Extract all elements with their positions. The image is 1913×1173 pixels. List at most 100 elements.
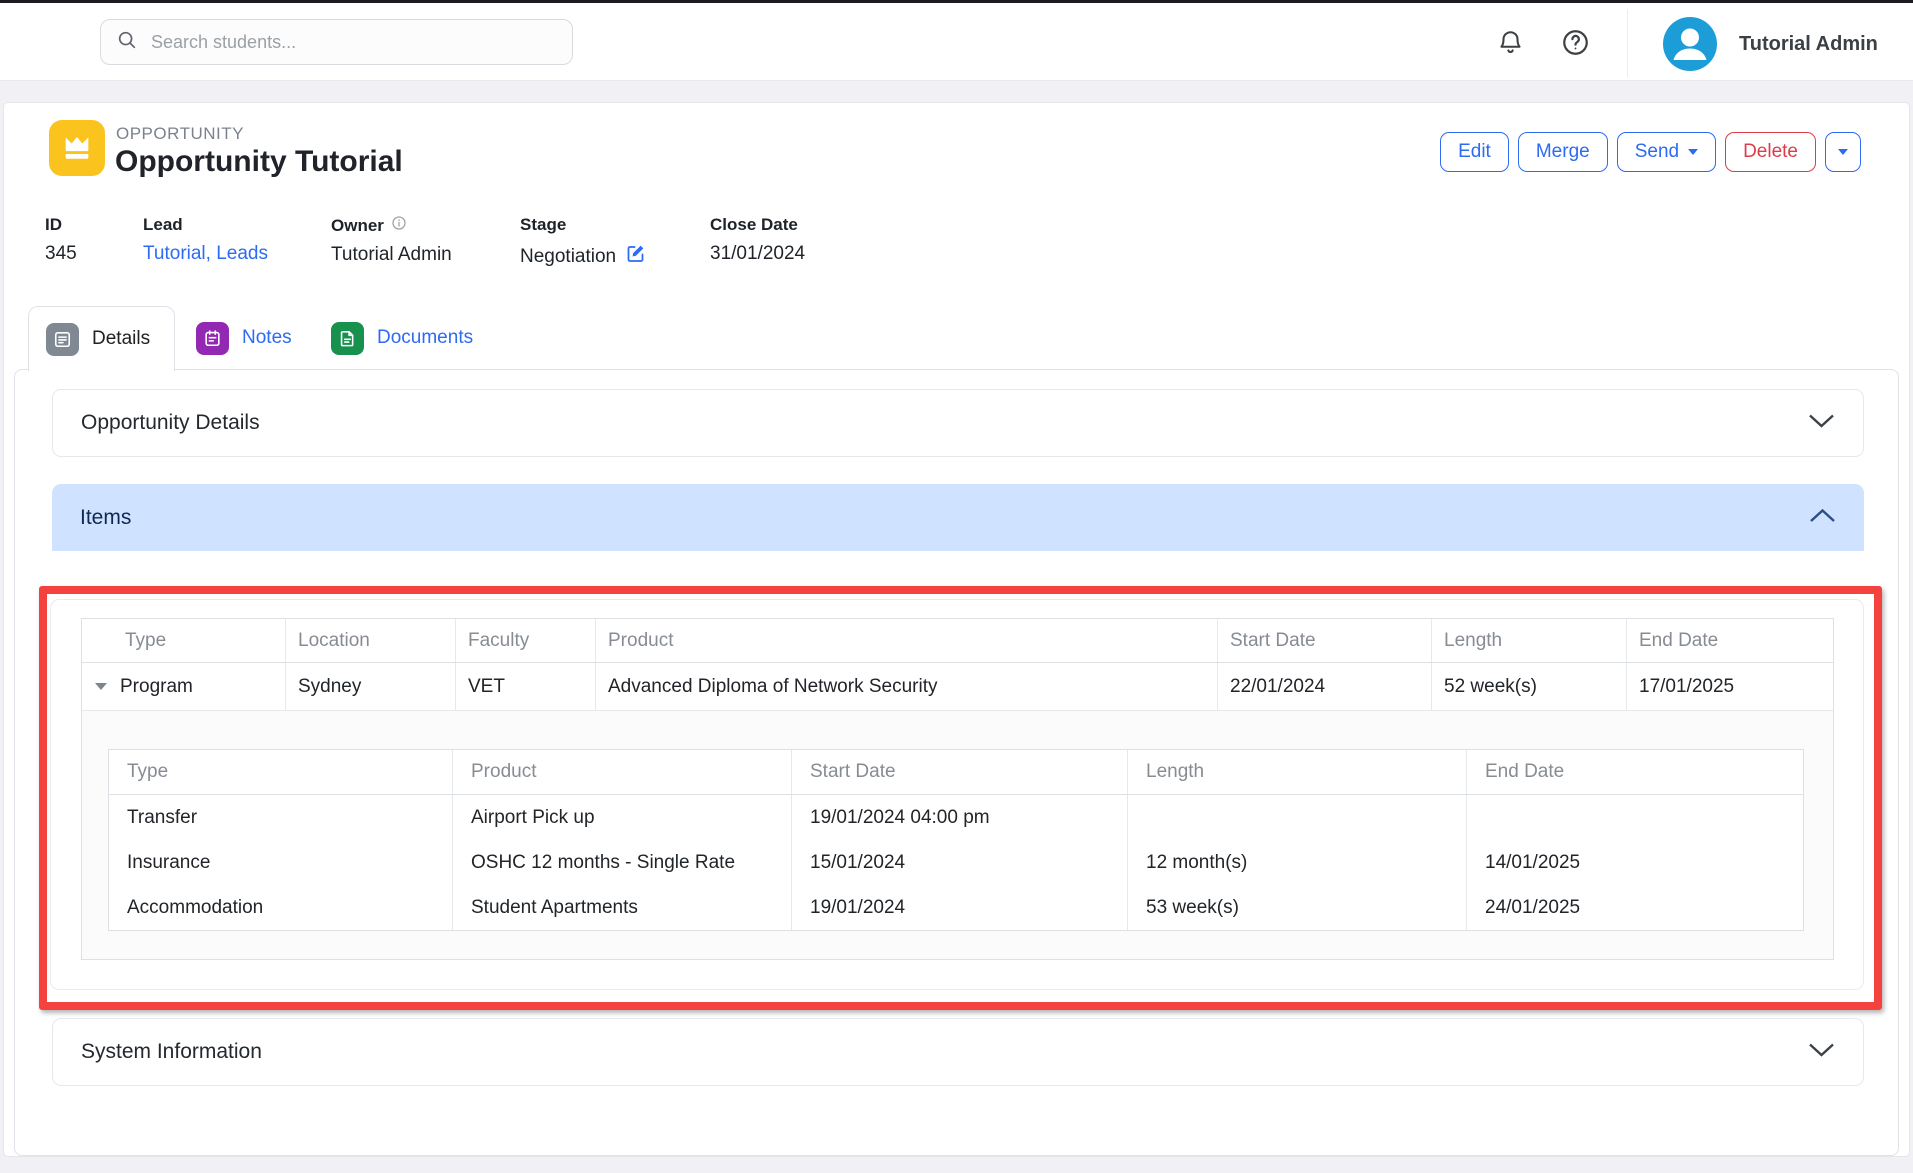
section-system-information-title: System Information: [81, 1040, 262, 1064]
items-content-card: Type Location Faculty Product Start Date…: [50, 599, 1864, 990]
sub-item-length: 53 week(s): [1128, 885, 1467, 930]
field-id-label: ID: [45, 215, 77, 235]
sub-item-length: [1128, 795, 1467, 840]
item-start-date: 22/01/2024: [1218, 663, 1432, 710]
opportunity-page-card: OPPORTUNITY Opportunity Tutorial Edit Me…: [3, 102, 1910, 1157]
sub-header-product: Product: [453, 750, 792, 794]
student-search-box[interactable]: [100, 19, 573, 65]
notes-tab-icon: [196, 322, 229, 355]
sub-item-type: Transfer: [109, 795, 453, 840]
notifications-bell-icon[interactable]: [1496, 28, 1525, 62]
item-location: Sydney: [286, 663, 456, 710]
items-header-length: Length: [1432, 619, 1627, 662]
top-navigation-bar: Tutorial Admin: [0, 3, 1913, 81]
send-button-label: Send: [1635, 141, 1679, 163]
details-tab-icon: [46, 323, 79, 356]
item-faculty: VET: [456, 663, 596, 710]
user-avatar[interactable]: [1663, 17, 1717, 71]
topbar-divider: [1627, 9, 1628, 77]
field-id: ID 345: [45, 215, 77, 265]
field-id-value: 345: [45, 243, 77, 265]
field-close-date-label: Close Date: [710, 215, 805, 235]
app-screen: Tutorial Admin OPPORTUNITY Opportunity T…: [0, 0, 1913, 1173]
details-tab-panel: Opportunity Details Items Type Location …: [14, 369, 1899, 1156]
owner-info-icon[interactable]: [391, 215, 407, 236]
chevron-up-icon[interactable]: [1809, 506, 1836, 530]
user-name[interactable]: Tutorial Admin: [1739, 33, 1878, 56]
field-owner-value: Tutorial Admin: [331, 244, 452, 266]
sub-item-end-date: 14/01/2025: [1467, 840, 1805, 885]
more-actions-button[interactable]: [1825, 132, 1861, 172]
sub-item-product: Student Apartments: [453, 885, 792, 930]
field-owner-label: Owner: [331, 216, 384, 236]
sub-item-type: Accommodation: [109, 885, 453, 930]
items-row-expansion: Type Product Start Date Length End Date …: [82, 711, 1833, 959]
section-items-header[interactable]: Items: [52, 484, 1864, 551]
sub-header-end-date: End Date: [1467, 750, 1805, 794]
send-button[interactable]: Send: [1617, 132, 1716, 172]
items-table-row-program: Program Sydney VET Advanced Diploma of N…: [82, 663, 1833, 711]
sub-item-product: OSHC 12 months - Single Rate: [453, 840, 792, 885]
items-table-header-row: Type Location Faculty Product Start Date…: [82, 619, 1833, 663]
sub-item-start-date: 15/01/2024: [792, 840, 1128, 885]
field-owner: Owner Tutorial Admin: [331, 215, 452, 266]
field-stage-label: Stage: [520, 215, 646, 235]
items-header-product: Product: [596, 619, 1218, 662]
item-type: Program: [120, 676, 193, 698]
merge-button[interactable]: Merge: [1518, 132, 1608, 172]
sub-item-start-date: 19/01/2024: [792, 885, 1128, 930]
record-actions: Edit Merge Send Delete: [1440, 132, 1861, 172]
tab-notes-label: Notes: [242, 327, 292, 349]
item-end-date: 17/01/2025: [1627, 663, 1835, 710]
items-header-type: Type: [82, 619, 286, 662]
window-top-edge: [0, 0, 1913, 3]
chevron-down-icon[interactable]: [1808, 1040, 1835, 1064]
items-table: Type Location Faculty Product Start Date…: [81, 618, 1834, 960]
entity-type-label: OPPORTUNITY: [116, 124, 244, 144]
sub-item-row-insurance: Insurance OSHC 12 months - Single Rate 1…: [109, 840, 1803, 885]
sub-item-start-date: 19/01/2024 04:00 pm: [792, 795, 1128, 840]
tab-documents[interactable]: Documents: [331, 306, 473, 370]
documents-tab-icon: [331, 322, 364, 355]
sub-item-end-date: 24/01/2025: [1467, 885, 1805, 930]
sub-items-header-row: Type Product Start Date Length End Date: [109, 750, 1803, 795]
help-icon[interactable]: [1560, 27, 1591, 63]
sub-item-length: 12 month(s): [1128, 840, 1467, 885]
sub-item-row-accommodation: Accommodation Student Apartments 19/01/2…: [109, 885, 1803, 930]
sub-item-row-transfer: Transfer Airport Pick up 19/01/2024 04:0…: [109, 795, 1803, 840]
section-system-information[interactable]: System Information: [52, 1018, 1864, 1086]
section-items-title: Items: [80, 506, 131, 530]
stage-edit-icon[interactable]: [625, 243, 646, 270]
section-opportunity-details[interactable]: Opportunity Details: [52, 389, 1864, 457]
chevron-down-icon[interactable]: [1808, 411, 1835, 435]
opportunity-crown-icon: [49, 120, 105, 176]
items-header-location: Location: [286, 619, 456, 662]
search-input[interactable]: [151, 32, 557, 53]
field-lead: Lead Tutorial, Leads: [143, 215, 268, 265]
tab-details[interactable]: Details: [28, 306, 175, 371]
row-expander-caret-icon[interactable]: [95, 683, 107, 690]
field-close-date: Close Date 31/01/2024: [710, 215, 805, 265]
sub-header-length: Length: [1128, 750, 1467, 794]
delete-button[interactable]: Delete: [1725, 132, 1816, 172]
items-header-end-date: End Date: [1627, 619, 1835, 662]
more-actions-caret-down-icon: [1838, 149, 1848, 155]
search-icon: [116, 29, 138, 56]
tab-notes[interactable]: Notes: [196, 306, 292, 370]
send-caret-down-icon: [1688, 149, 1698, 155]
field-stage-value: Negotiation: [520, 246, 616, 268]
tab-documents-label: Documents: [377, 327, 473, 349]
field-stage: Stage Negotiation: [520, 215, 646, 270]
field-close-date-value: 31/01/2024: [710, 243, 805, 265]
sub-items-table: Type Product Start Date Length End Date …: [108, 749, 1804, 931]
sub-header-start-date: Start Date: [792, 750, 1128, 794]
sub-item-end-date: [1467, 795, 1805, 840]
page-title: Opportunity Tutorial: [115, 145, 403, 179]
tab-details-label: Details: [92, 328, 150, 350]
sub-item-type: Insurance: [109, 840, 453, 885]
field-lead-label: Lead: [143, 215, 268, 235]
sub-header-type: Type: [109, 750, 453, 794]
item-product: Advanced Diploma of Network Security: [596, 663, 1218, 710]
edit-button[interactable]: Edit: [1440, 132, 1509, 172]
lead-link[interactable]: Tutorial, Leads: [143, 243, 268, 265]
